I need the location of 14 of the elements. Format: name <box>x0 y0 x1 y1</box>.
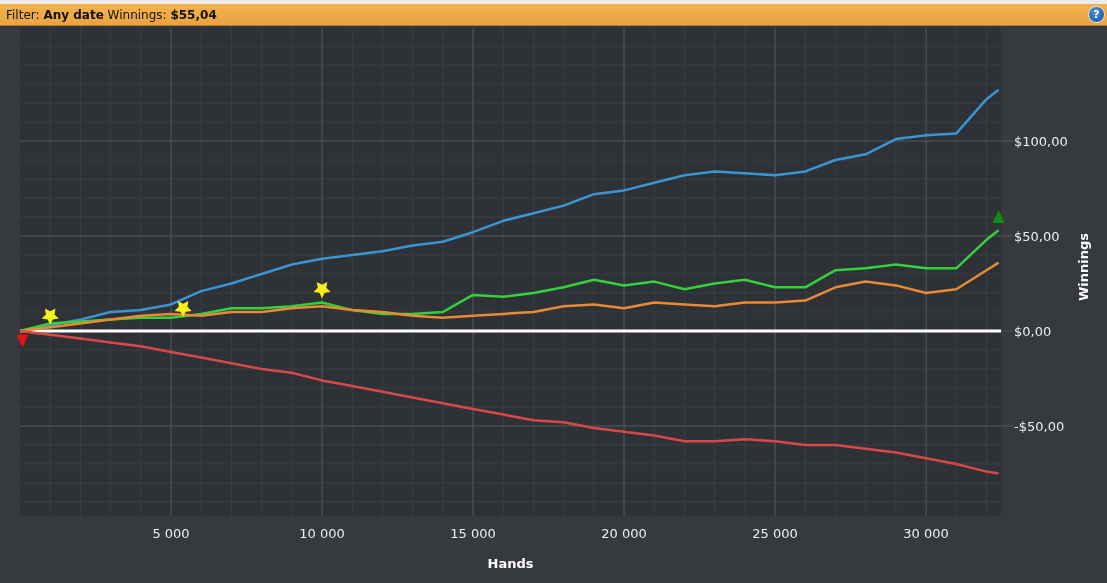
filter-summary: Filter: Any date Winnings: $55,04 <box>6 7 217 22</box>
x-axis-title: Hands <box>487 556 534 571</box>
y-tick-label: $50,00 <box>1014 229 1060 244</box>
x-tick-label: 15 000 <box>450 526 496 541</box>
y-axis-title: Winnings <box>1076 232 1091 301</box>
x-tick-label: 30 000 <box>903 526 949 541</box>
y-tick-label: $0,00 <box>1014 324 1052 339</box>
x-tick-label: 5 000 <box>152 526 190 541</box>
help-button[interactable]: ? <box>1088 6 1105 23</box>
x-tick-label: 10 000 <box>299 526 345 541</box>
x-tick-label: 25 000 <box>752 526 798 541</box>
y-tick-label: -$50,00 <box>1014 418 1065 434</box>
y-tick-label: $100,00 <box>1014 134 1068 149</box>
x-tick-label: 20 000 <box>601 526 647 541</box>
